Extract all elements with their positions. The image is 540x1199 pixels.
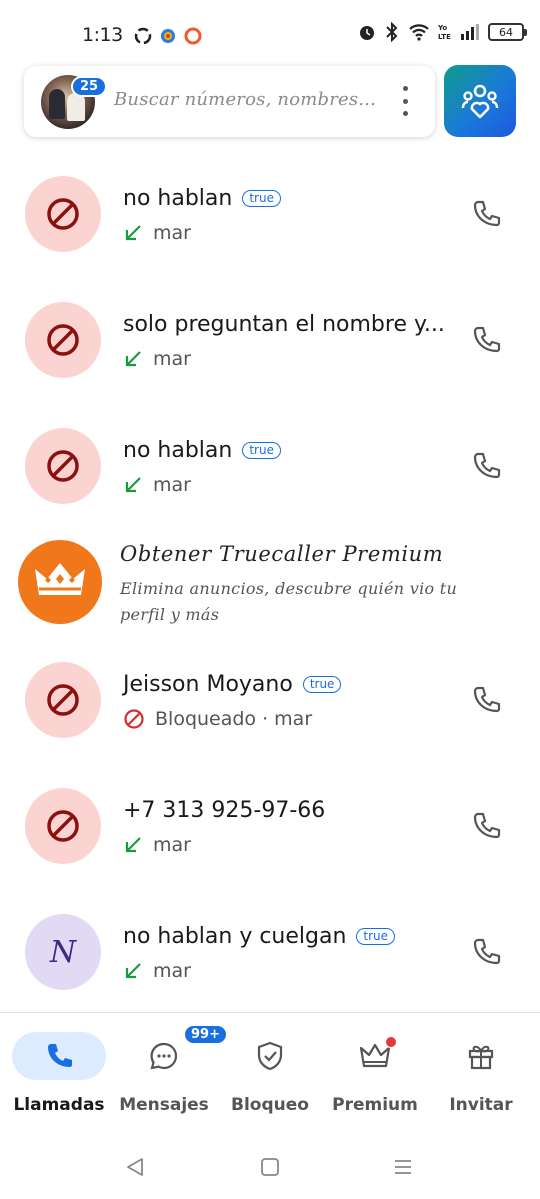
blocked-icon [124, 709, 144, 729]
tab-mensajes[interactable]: 99+ Mensajes [110, 1013, 228, 1123]
caller-name: Jeisson Moyano [123, 672, 293, 697]
caller-name: +7 313 925-97-66 [123, 798, 326, 823]
phone-icon [473, 200, 501, 227]
true-badge: true [302, 676, 342, 693]
back-button[interactable] [120, 1152, 150, 1182]
block-icon [47, 684, 79, 716]
block-icon [47, 810, 79, 842]
svg-text:LTE: LTE [438, 33, 451, 41]
incoming-arrow-icon [125, 477, 141, 493]
tab-llamadas[interactable]: Llamadas [5, 1013, 113, 1123]
tab-label: Llamadas [13, 1095, 105, 1115]
promo-crown-badge [18, 540, 102, 624]
shield-icon [257, 1041, 283, 1071]
avatar-notification-badge: 25 [71, 76, 108, 97]
status-time: 1:13 [82, 24, 123, 46]
search-input[interactable]: Buscar números, nombres... [114, 89, 376, 110]
call-button[interactable] [466, 446, 506, 486]
recents-icon [395, 1160, 411, 1174]
phone-icon [473, 452, 501, 479]
call-date: mar [153, 474, 191, 496]
alarm-icon [360, 26, 374, 40]
crown-icon [35, 563, 85, 595]
tab-invitar[interactable]: Invitar [427, 1013, 535, 1123]
status-bar: 1:13 Yo LTE 64 [0, 0, 540, 60]
incoming-arrow-icon [125, 351, 141, 367]
call-button[interactable] [466, 320, 506, 360]
back-icon [127, 1158, 143, 1176]
call-date: mar [153, 834, 191, 856]
caller-name: no hablan [123, 186, 233, 211]
block-icon [47, 198, 79, 230]
call-row[interactable]: Jeisson Moyano true Bloqueado · mar [0, 644, 540, 754]
sync-icon [134, 27, 152, 45]
tab-label: Invitar [449, 1095, 513, 1115]
blocked-avatar [25, 428, 101, 504]
call-button[interactable] [466, 806, 506, 846]
bottom-navigation: Llamadas 99+ Mensajes Bloqueo Premium In… [0, 1012, 540, 1122]
system-navigation-bar [0, 1130, 540, 1199]
svg-text:Yo: Yo [438, 24, 447, 32]
call-row[interactable]: N no hablan y cuelgan true mar [0, 896, 540, 1006]
blocked-avatar [25, 176, 101, 252]
family-icon [461, 84, 499, 119]
tab-bloqueo[interactable]: Bloqueo [216, 1013, 324, 1123]
tab-label: Mensajes [119, 1095, 209, 1115]
premium-promo[interactable]: Obtener Truecaller Premium Elimina anunc… [0, 532, 540, 632]
block-icon [47, 450, 79, 482]
caller-name: solo preguntan el nombre y... [123, 312, 445, 337]
call-date: Bloqueado · mar [155, 708, 313, 730]
blocked-avatar [25, 788, 101, 864]
call-button[interactable] [466, 194, 506, 234]
premium-notification-dot [385, 1036, 397, 1048]
record-icon [184, 27, 202, 45]
true-badge: true [356, 928, 396, 945]
signal-icon [461, 24, 479, 40]
home-icon [261, 1158, 279, 1176]
incoming-arrow-icon [125, 225, 141, 241]
call-row[interactable]: no hablan true mar [0, 410, 540, 520]
tab-label: Premium [332, 1095, 418, 1115]
family-button[interactable] [444, 65, 516, 137]
home-button[interactable] [255, 1152, 285, 1182]
call-button[interactable] [466, 932, 506, 972]
blocked-avatar [25, 302, 101, 378]
battery-indicator: 64 [488, 23, 527, 41]
phone-icon [473, 686, 501, 713]
volte-icon: YoLTE [438, 24, 451, 41]
chat-icon [150, 1042, 178, 1070]
call-row[interactable]: solo preguntan el nombre y... mar [0, 284, 540, 394]
phone-icon [473, 812, 501, 839]
app-icon [161, 29, 175, 43]
caller-name: no hablan y cuelgan [123, 924, 347, 949]
kebab-icon[interactable] [401, 86, 409, 116]
call-date: mar [153, 960, 191, 982]
phone-icon [48, 1044, 72, 1067]
incoming-arrow-icon [125, 963, 141, 979]
wifi-icon [409, 24, 429, 41]
call-row[interactable]: +7 313 925-97-66 mar [0, 770, 540, 880]
call-date: mar [153, 222, 191, 244]
block-icon [47, 324, 79, 356]
promo-title: Obtener Truecaller Premium [120, 542, 444, 566]
blocked-avatar [25, 662, 101, 738]
call-date: mar [153, 348, 191, 370]
caller-name: no hablan [123, 438, 233, 463]
phone-icon [473, 326, 501, 353]
tab-label: Bloqueo [231, 1095, 309, 1115]
tab-premium[interactable]: Premium [321, 1013, 429, 1123]
promo-description: Elimina anuncios, descubre quién vio tu … [120, 579, 458, 624]
call-row[interactable]: no hablan true mar [0, 158, 540, 268]
gift-icon [468, 1045, 494, 1070]
true-badge: true [242, 442, 281, 459]
incoming-arrow-icon [125, 837, 141, 853]
true-badge: true [242, 190, 281, 207]
bluetooth-icon [386, 22, 398, 42]
call-button[interactable] [466, 680, 506, 720]
phone-icon [473, 938, 501, 965]
recents-button[interactable] [388, 1152, 418, 1182]
letter-avatar: N [25, 914, 101, 990]
